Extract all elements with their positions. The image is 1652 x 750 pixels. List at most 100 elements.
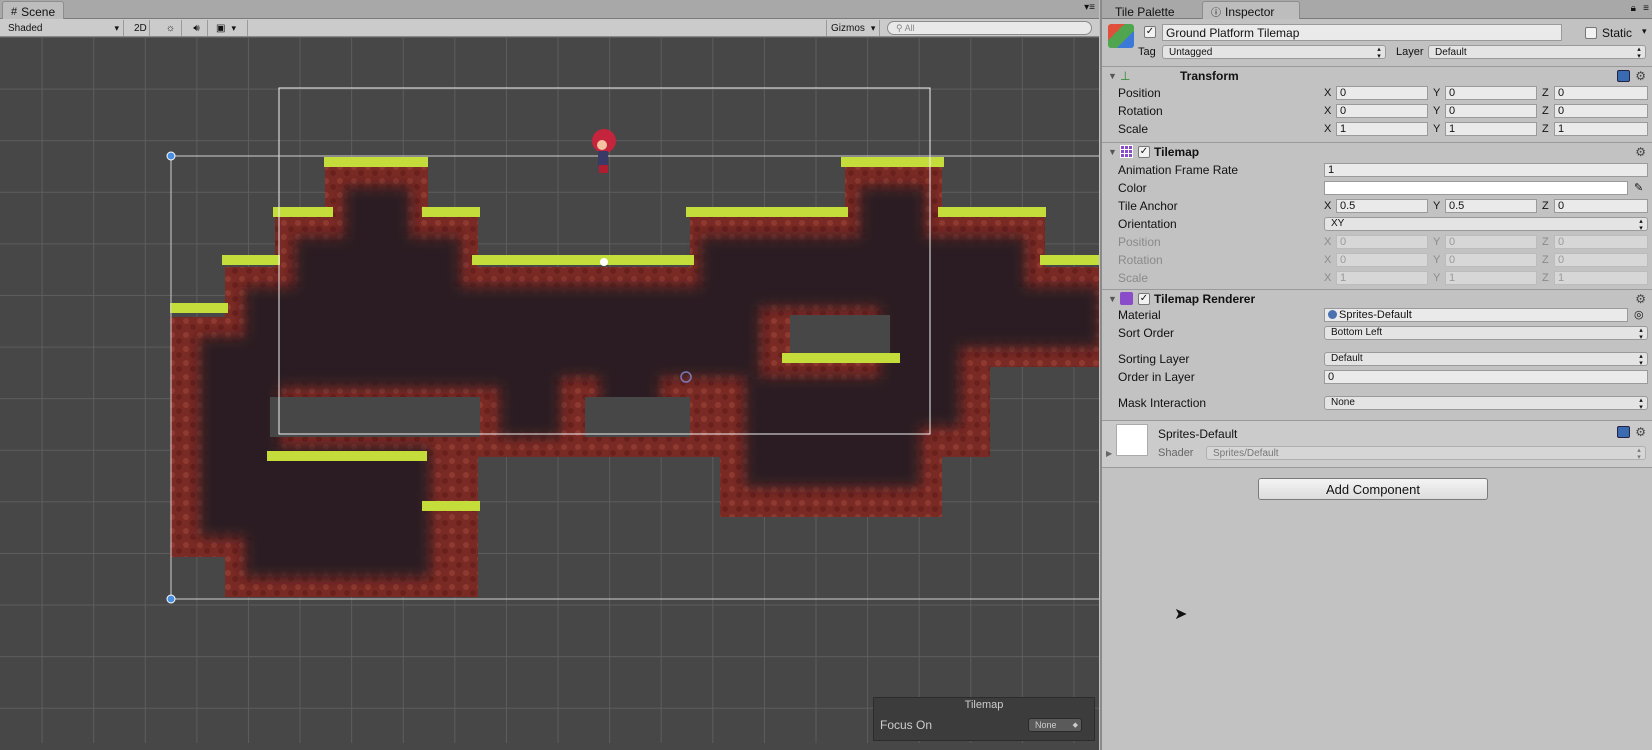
- tile-anchor-z-field[interactable]: 0: [1554, 198, 1648, 213]
- gizmos-dropdown[interactable]: Gizmos: [826, 20, 880, 36]
- material-sphere-icon: [1328, 310, 1337, 319]
- gear-icon[interactable]: ⚙: [1635, 425, 1646, 439]
- player-sprite[interactable]: [592, 129, 616, 173]
- tab-inspector[interactable]: ⓘ Inspector: [1202, 1, 1300, 19]
- shader-dropdown[interactable]: Sprites/Default: [1206, 446, 1646, 460]
- tag-dropdown[interactable]: Untagged: [1162, 45, 1386, 59]
- axis-z-label: Z: [1542, 271, 1549, 284]
- expand-arrow-icon[interactable]: ▶: [1106, 449, 1112, 458]
- object-name-field[interactable]: Ground Platform Tilemap: [1162, 24, 1562, 41]
- help-book-icon[interactable]: [1617, 69, 1630, 82]
- axis-z-label: Z: [1542, 253, 1549, 266]
- position-label: Position: [1118, 85, 1161, 100]
- transform-scale-row: Scale X 1 Y 1 Z 1: [1102, 120, 1652, 137]
- grass-platform: [472, 255, 694, 265]
- tile-anchor-label: Tile Anchor: [1118, 198, 1178, 213]
- static-dropdown-icon[interactable]: ▾: [1642, 26, 1647, 37]
- order-in-layer-label: Order in Layer: [1118, 369, 1195, 384]
- grass-platform: [222, 255, 280, 265]
- scene-viewport[interactable]: Tilemap Focus On None ◆: [0, 37, 1099, 743]
- tile-anchor-y-field[interactable]: 0.5: [1445, 198, 1537, 213]
- info-icon: ⓘ: [1211, 8, 1221, 19]
- layer-dropdown[interactable]: Default: [1428, 45, 1646, 59]
- grid-icon: #: [11, 5, 18, 18]
- shading-mode-dropdown[interactable]: Shaded: [0, 20, 124, 36]
- renderer-enabled-checkbox[interactable]: ✓: [1138, 292, 1150, 305]
- sorting-layer-dropdown[interactable]: Default: [1324, 351, 1648, 366]
- anim-rate-field[interactable]: 1: [1324, 162, 1648, 177]
- tilemap-canvas: [166, 87, 1099, 604]
- tile-anchor-row: Tile Anchor X 0.5 Y 0.5 Z 0: [1102, 197, 1652, 214]
- orient-scale-x-field: 1: [1336, 270, 1428, 285]
- tilemap-renderer-header[interactable]: ▼ ✓ Tilemap Renderer ⚙: [1102, 289, 1652, 307]
- tab-menu-icon[interactable]: ▾≡: [1084, 2, 1095, 13]
- position-z-field[interactable]: 0: [1554, 85, 1648, 100]
- position-x-field[interactable]: 0: [1336, 85, 1428, 100]
- eyedropper-icon[interactable]: ✎: [1634, 181, 1643, 194]
- material-field[interactable]: Sprites-Default: [1324, 307, 1628, 322]
- orientation-position-label: Position: [1118, 234, 1161, 249]
- axis-x-label: X: [1324, 86, 1332, 99]
- color-swatch[interactable]: [1324, 180, 1628, 195]
- layer-value: Default: [1435, 46, 1467, 58]
- gear-icon[interactable]: ⚙: [1635, 145, 1646, 159]
- scale-y-value: 1: [1449, 122, 1456, 135]
- tab-scene[interactable]: # Scene: [2, 1, 65, 19]
- bounds-handle-bottom[interactable]: [166, 594, 176, 604]
- position-x-value: 0: [1340, 86, 1347, 99]
- sort-order-dropdown[interactable]: Bottom Left: [1324, 325, 1648, 340]
- static-checkbox[interactable]: [1585, 27, 1597, 39]
- scale-z-field[interactable]: 1: [1554, 121, 1648, 136]
- rotation-z-field[interactable]: 0: [1554, 103, 1648, 118]
- focus-on-dropdown[interactable]: None ◆: [1028, 718, 1082, 732]
- scale-y-field[interactable]: 1: [1445, 121, 1537, 136]
- transform-header[interactable]: ▼ ⊥ Transform ⚙: [1102, 66, 1652, 84]
- rotation-y-field[interactable]: 0: [1445, 103, 1537, 118]
- grass-platform: [1040, 255, 1099, 265]
- mask-interaction-dropdown[interactable]: None: [1324, 395, 1648, 410]
- orientation-dropdown[interactable]: XY: [1324, 216, 1648, 231]
- scene-panel: # Scene ▾≡ Shaded 2D ☼ 🔊︎ ▣ Gizmos ⚲All: [0, 0, 1099, 750]
- scale-z-value: 1: [1558, 122, 1565, 135]
- object-picker-icon[interactable]: ◎: [1634, 308, 1644, 321]
- axis-y-label: Y: [1433, 104, 1441, 117]
- sort-order-label: Sort Order: [1118, 325, 1175, 340]
- lighting-toggle[interactable]: ☼: [160, 20, 182, 36]
- bounds-handle-top[interactable]: [166, 151, 176, 161]
- active-checkbox[interactable]: ✓: [1144, 26, 1156, 38]
- tilemap-overlay: Tilemap Focus On None ◆: [873, 697, 1095, 741]
- tab-tile-palette[interactable]: Tile Palette: [1106, 1, 1184, 19]
- order-in-layer-field[interactable]: 0: [1324, 369, 1648, 384]
- scene-search-input[interactable]: ⚲ All: [887, 21, 1092, 35]
- gear-icon[interactable]: ⚙: [1635, 69, 1646, 83]
- rotation-x-field[interactable]: 0: [1336, 103, 1428, 118]
- mode-2d-toggle[interactable]: 2D: [130, 20, 150, 36]
- position-y-field[interactable]: 0: [1445, 85, 1537, 100]
- help-book-icon[interactable]: [1617, 426, 1630, 438]
- scene-tabbar: # Scene ▾≡: [0, 0, 1099, 19]
- fold-arrow-icon[interactable]: ▼: [1108, 71, 1117, 81]
- orientation-scale-row: Scale X 1 Y 1 Z 1: [1102, 269, 1652, 286]
- tile-anchor-z-value: 0: [1558, 199, 1565, 212]
- tile-anchor-x-field[interactable]: 0.5: [1336, 198, 1428, 213]
- mouse-cursor-icon: ➤: [1174, 606, 1188, 623]
- add-component-button[interactable]: Add Component: [1258, 478, 1488, 500]
- gear-icon[interactable]: ⚙: [1635, 292, 1646, 306]
- material-label: Material: [1118, 307, 1161, 322]
- audio-toggle[interactable]: 🔊︎: [186, 20, 208, 36]
- order-in-layer-value: 0: [1328, 370, 1335, 383]
- fold-arrow-icon[interactable]: ▼: [1108, 147, 1117, 157]
- grass-platform: [273, 207, 333, 217]
- tilemap-header[interactable]: ▼ ✓ Tilemap ⚙: [1102, 142, 1652, 160]
- lock-icon[interactable]: 🔒︎: [1631, 3, 1636, 14]
- tilemap-enabled-checkbox[interactable]: ✓: [1138, 145, 1150, 158]
- color-label: Color: [1118, 180, 1147, 195]
- tilemap-overlay-title: Tilemap: [964, 699, 1004, 711]
- scale-x-field[interactable]: 1: [1336, 121, 1428, 136]
- tab-inspector-label: Inspector: [1225, 4, 1275, 19]
- effects-dropdown[interactable]: ▣: [212, 20, 248, 36]
- sort-order-row: Sort Order Bottom Left: [1102, 324, 1652, 341]
- grass-platform: [782, 353, 900, 363]
- panel-menu-icon[interactable]: ≡: [1643, 3, 1649, 14]
- fold-arrow-icon[interactable]: ▼: [1108, 294, 1117, 304]
